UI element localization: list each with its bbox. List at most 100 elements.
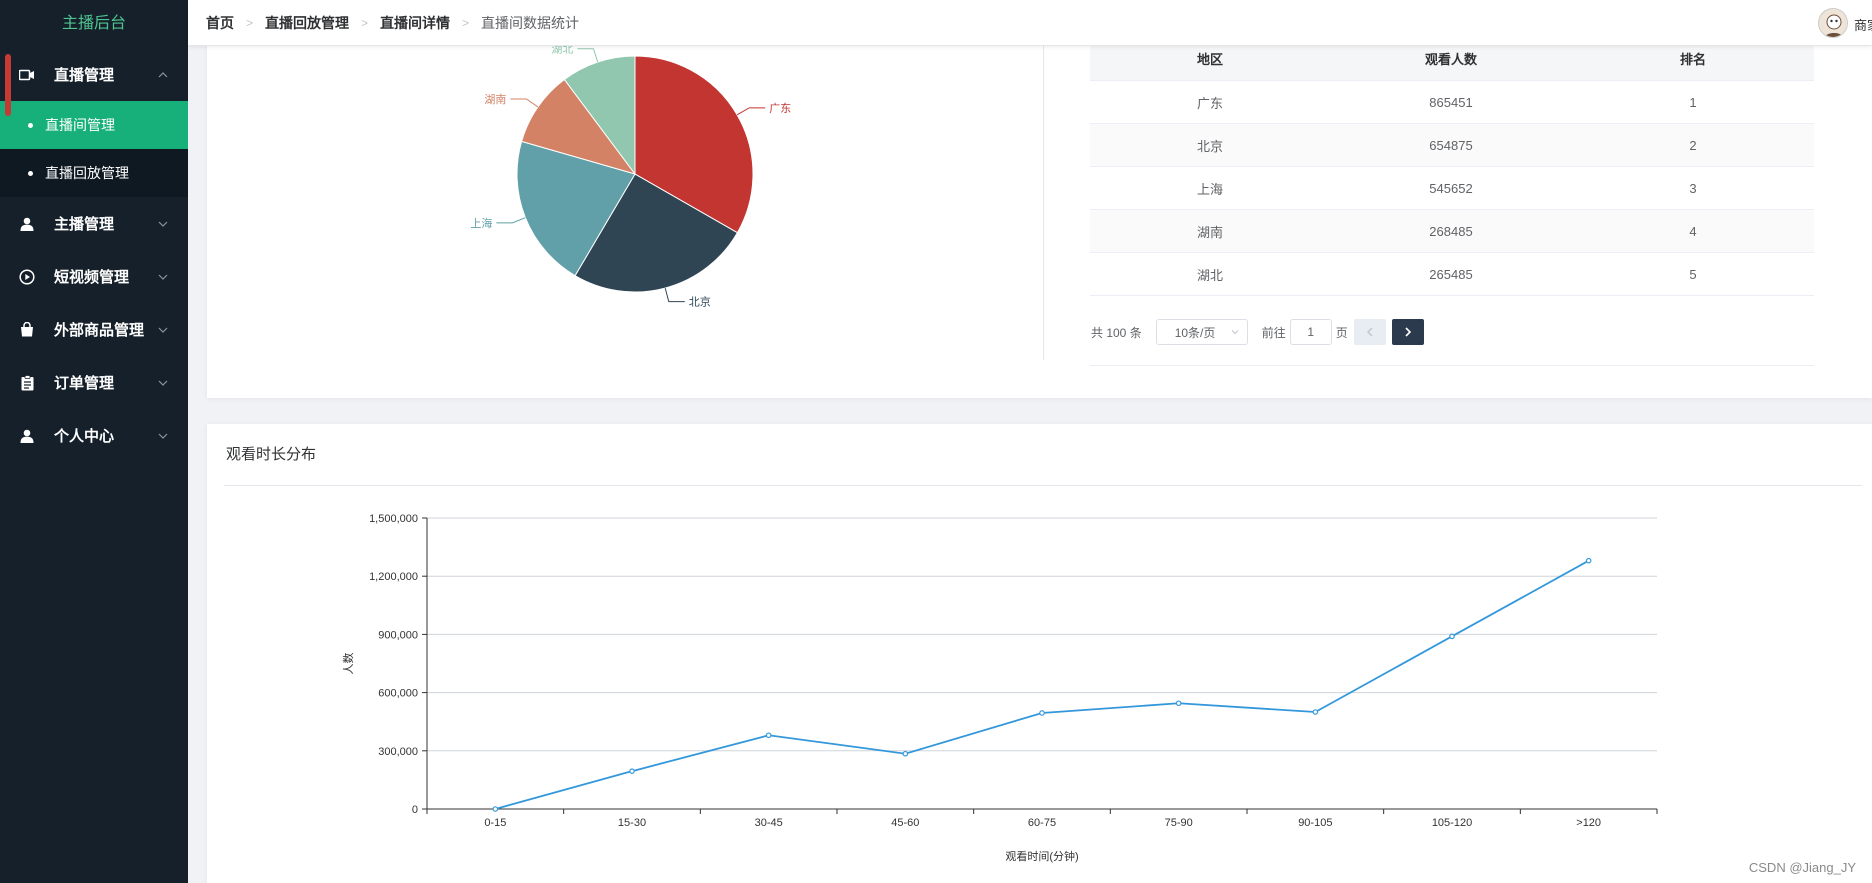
cell-viewers: 545652 [1429,180,1473,196]
data-point[interactable] [765,732,772,739]
region-table: 地区 观看人数 排名 广东 865451 1 北京 654875 2 上海 54… [1090,36,1814,296]
chevron-down-icon [158,380,168,386]
pie-label-line [736,107,766,116]
breadcrumb-replay-management[interactable]: 直播回放管理 [265,13,349,33]
data-point[interactable] [1449,633,1455,640]
chevron-down-icon [158,274,168,280]
breadcrumb-current: 直播间数据统计 [481,14,580,31]
menu-short-video-management[interactable]: 短视频管理 [0,250,188,303]
user-name[interactable]: 商家 [1854,15,1872,34]
next-page-button[interactable] [1391,319,1424,345]
person-icon [18,427,36,445]
cell-region: 广东 [1196,95,1223,111]
y-tick-label: 1,500,000 [369,513,418,525]
chevron-down-icon [1231,330,1239,335]
table-row: 湖南 268485 4 [1090,210,1814,253]
region-pie-chart: 广东北京上海湖南湖北 [470,43,791,309]
data-point[interactable] [1175,700,1182,707]
y-tick-label: 300,000 [378,746,418,758]
data-point[interactable] [1312,709,1319,715]
breadcrumb-live-room-detail[interactable]: 直播间详情 [380,13,450,33]
data-point[interactable] [629,768,635,774]
card-divider [1043,46,1044,360]
x-tick-label: 90-105 [1298,817,1332,829]
x-tick-label: >120 [1576,817,1601,829]
menu-anchor-management[interactable]: 主播管理 [0,197,188,250]
x-tick-label: 60-75 [1028,817,1056,829]
data-point[interactable] [1039,710,1045,716]
breadcrumb-separator-icon: > [361,15,369,30]
page-size-select[interactable]: 10条/页 [1155,319,1248,345]
y-axis-title: 人数 [342,653,355,675]
video-camera-icon [18,66,36,84]
breadcrumb-home[interactable]: 首页 [206,13,234,33]
duration-line-chart: 0 300,000 600,000 900,000 1,200,000 1,500,000… [342,513,1658,863]
menu-live-replay-management[interactable]: 直播回放管理 [0,149,188,197]
menu-live-management[interactable]: 直播管理 [0,48,188,101]
divider [1090,365,1814,366]
top-header: 首页 > 直播回放管理 > 直播间详情 > 直播间数据统计 商家 [188,0,1872,46]
y-tick-label: 600,000 [378,688,418,700]
cell-viewers: 268485 [1429,223,1473,239]
y-tick-label: 900,000 [378,629,418,641]
cell-viewers: 265485 [1429,266,1473,282]
menu-personal-center[interactable]: 个人中心 [0,409,188,462]
x-tick-label: 0-15 [484,817,506,829]
user-icon [18,215,36,233]
cell-rank: 1 [1689,94,1697,110]
cell-region: 湖北 [1196,267,1223,283]
pagination-total: 共 100 条 [1091,325,1142,340]
breadcrumb-separator-icon: > [246,15,254,30]
x-tick-label: 15-30 [618,817,646,829]
table-row: 广东 865451 1 [1090,81,1814,124]
pie-label-line [664,287,685,303]
chevron-left-icon [1366,327,1373,337]
menu-order-management[interactable]: 订单管理 [0,356,188,409]
cell-region: 湖南 [1196,224,1223,240]
x-tick-label: 75-90 [1165,817,1193,829]
pie-label: 广东 [769,102,791,115]
chevron-up-icon [158,71,168,77]
table-row: 北京 654875 2 [1090,124,1814,167]
y-tick-label: 0 [412,804,418,816]
page-suffix-label: 页 [1335,325,1348,340]
pie-label-line [496,217,526,224]
bullet-icon [28,170,33,176]
avatar[interactable] [1818,8,1848,38]
chevron-down-icon [158,433,168,439]
column-header-rank: 排名 [1679,51,1706,67]
data-point[interactable] [902,750,909,757]
menu-live-room-management[interactable]: 直播间管理 [0,101,188,149]
pie-label-line [577,48,599,63]
clipboard-icon [18,374,36,392]
pagination: 共 100 条 10条/页 前往 页 [1091,318,1430,346]
data-point[interactable] [1585,557,1592,564]
cell-region: 上海 [1196,181,1223,197]
page-number-input[interactable] [1289,319,1332,345]
sidebar: 主播后台 直播管理 直播间管理 直播回放管理 主播管理 短视频管理 外部商品管理 [0,0,188,883]
x-tick-label: 105-120 [1432,817,1472,829]
x-tick-label: 45-60 [891,817,919,829]
cell-rank: 2 [1689,137,1697,153]
chevron-down-icon [158,327,168,333]
data-point[interactable] [492,806,499,812]
menu-external-goods-management[interactable]: 外部商品管理 [0,303,188,356]
pie-label: 湖南 [484,93,506,106]
cell-rank: 5 [1689,266,1697,282]
pie-label: 北京 [689,295,711,309]
pie-label-line [510,98,539,108]
prev-page-button[interactable] [1353,319,1386,345]
cell-viewers: 654875 [1429,137,1473,153]
chevron-down-icon [158,221,168,227]
divider [224,485,1862,486]
table-row: 湖北 265485 5 [1090,253,1814,296]
play-circle-icon [18,268,36,286]
column-header-viewers: 观看人数 [1424,51,1477,67]
watermark: CSDN @Jiang_JY [1748,860,1856,875]
goto-label: 前往 [1261,325,1286,340]
y-tick-label: 1,200,000 [369,571,418,583]
bullet-icon [28,122,33,128]
cell-rank: 4 [1689,223,1697,239]
cell-region: 北京 [1196,138,1223,154]
table-row: 上海 545652 3 [1090,167,1814,210]
